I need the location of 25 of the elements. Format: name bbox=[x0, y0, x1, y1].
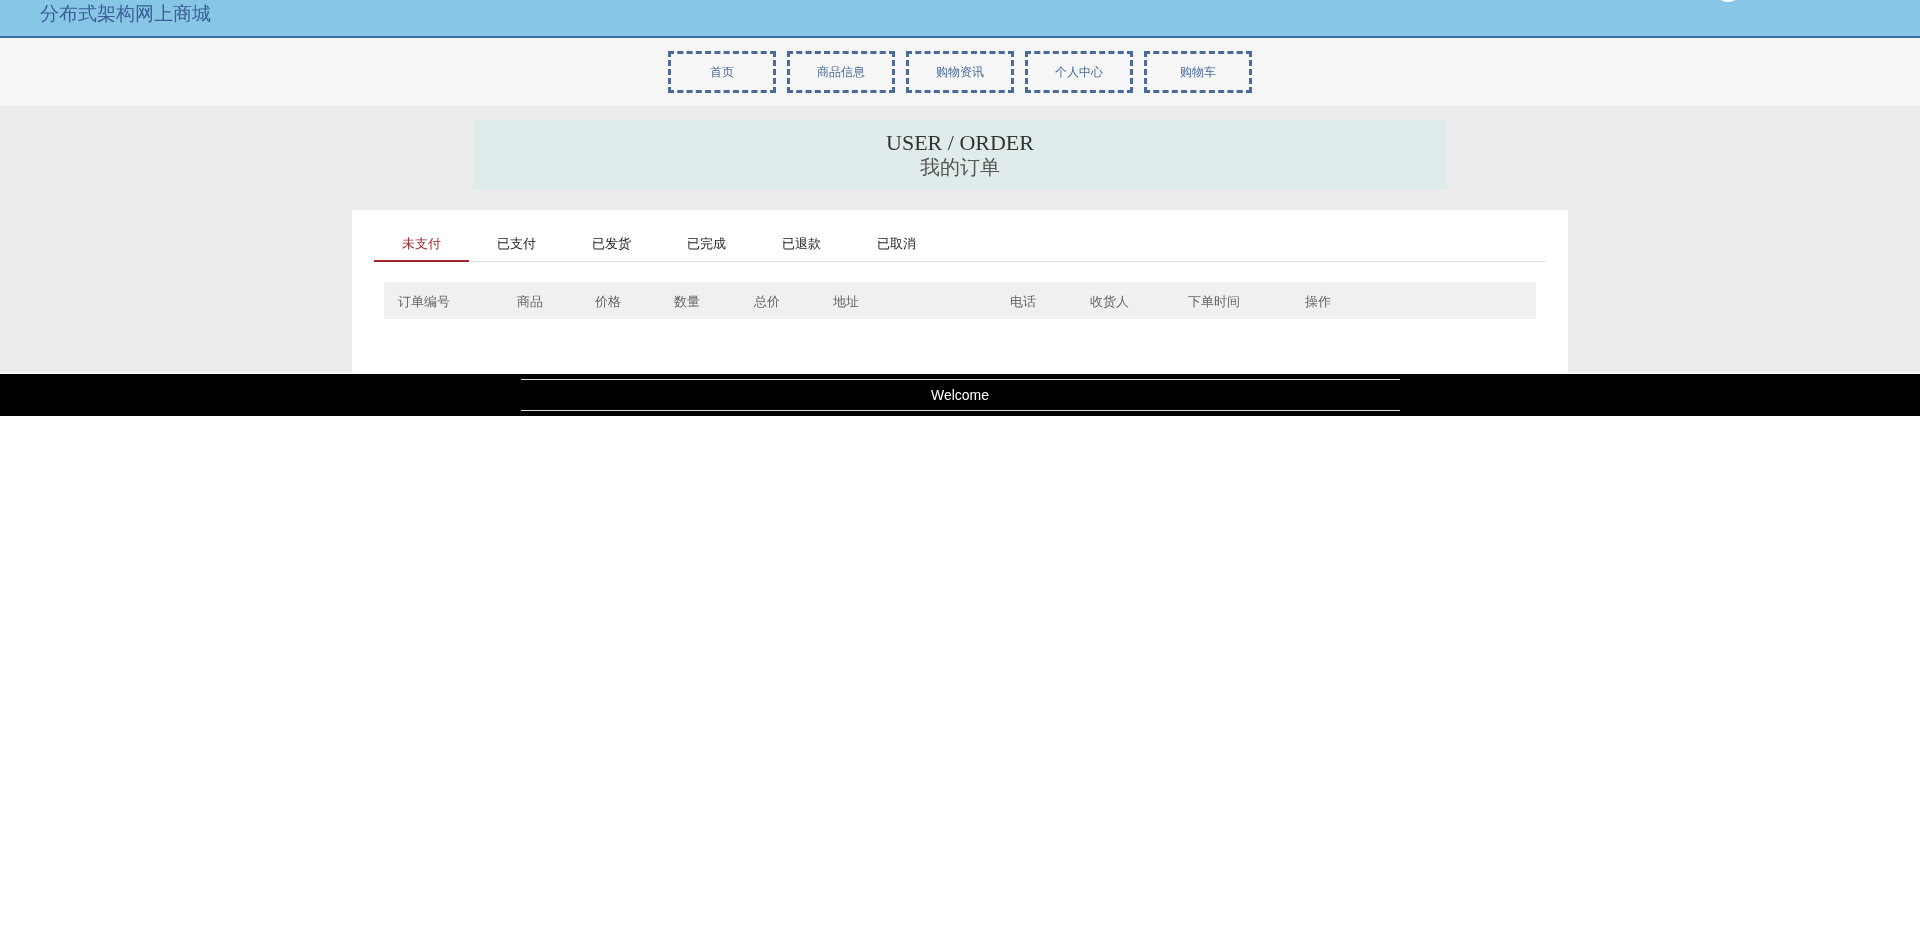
nav-button[interactable]: 个人中心 bbox=[1025, 51, 1133, 93]
column-header: 下单时间 bbox=[1188, 292, 1240, 311]
order-tab[interactable]: 已取消 bbox=[849, 228, 944, 262]
column-header: 地址 bbox=[833, 292, 859, 311]
order-tab[interactable]: 已发货 bbox=[564, 228, 659, 262]
column-header: 商品 bbox=[517, 292, 543, 311]
banner-title: USER / ORDER bbox=[886, 130, 1034, 155]
nav-button[interactable]: 首页 bbox=[668, 51, 776, 93]
column-header: 收货人 bbox=[1090, 292, 1129, 311]
column-header: 价格 bbox=[595, 292, 621, 311]
order-tab[interactable]: 已完成 bbox=[659, 228, 754, 262]
order-tab[interactable]: 已支付 bbox=[469, 228, 564, 262]
nav-button[interactable]: 购物资讯 bbox=[906, 51, 1014, 93]
order-tab[interactable]: 已退款 bbox=[754, 228, 849, 262]
column-header: 总价 bbox=[754, 292, 780, 311]
order-tab[interactable]: 未支付 bbox=[374, 228, 469, 262]
column-header: 数量 bbox=[674, 292, 700, 311]
nav-button[interactable]: 商品信息 bbox=[787, 51, 895, 93]
column-header: 电话 bbox=[1010, 292, 1036, 311]
site-title: 分布式架构网上商城 bbox=[40, 1, 211, 26]
column-header: 操作 bbox=[1305, 292, 1331, 311]
nav-button[interactable]: 购物车 bbox=[1144, 51, 1252, 93]
column-header: 订单编号 bbox=[398, 292, 450, 311]
footer-text: Welcome bbox=[930, 387, 990, 403]
banner-subtitle: 我的订单 bbox=[920, 155, 1000, 180]
